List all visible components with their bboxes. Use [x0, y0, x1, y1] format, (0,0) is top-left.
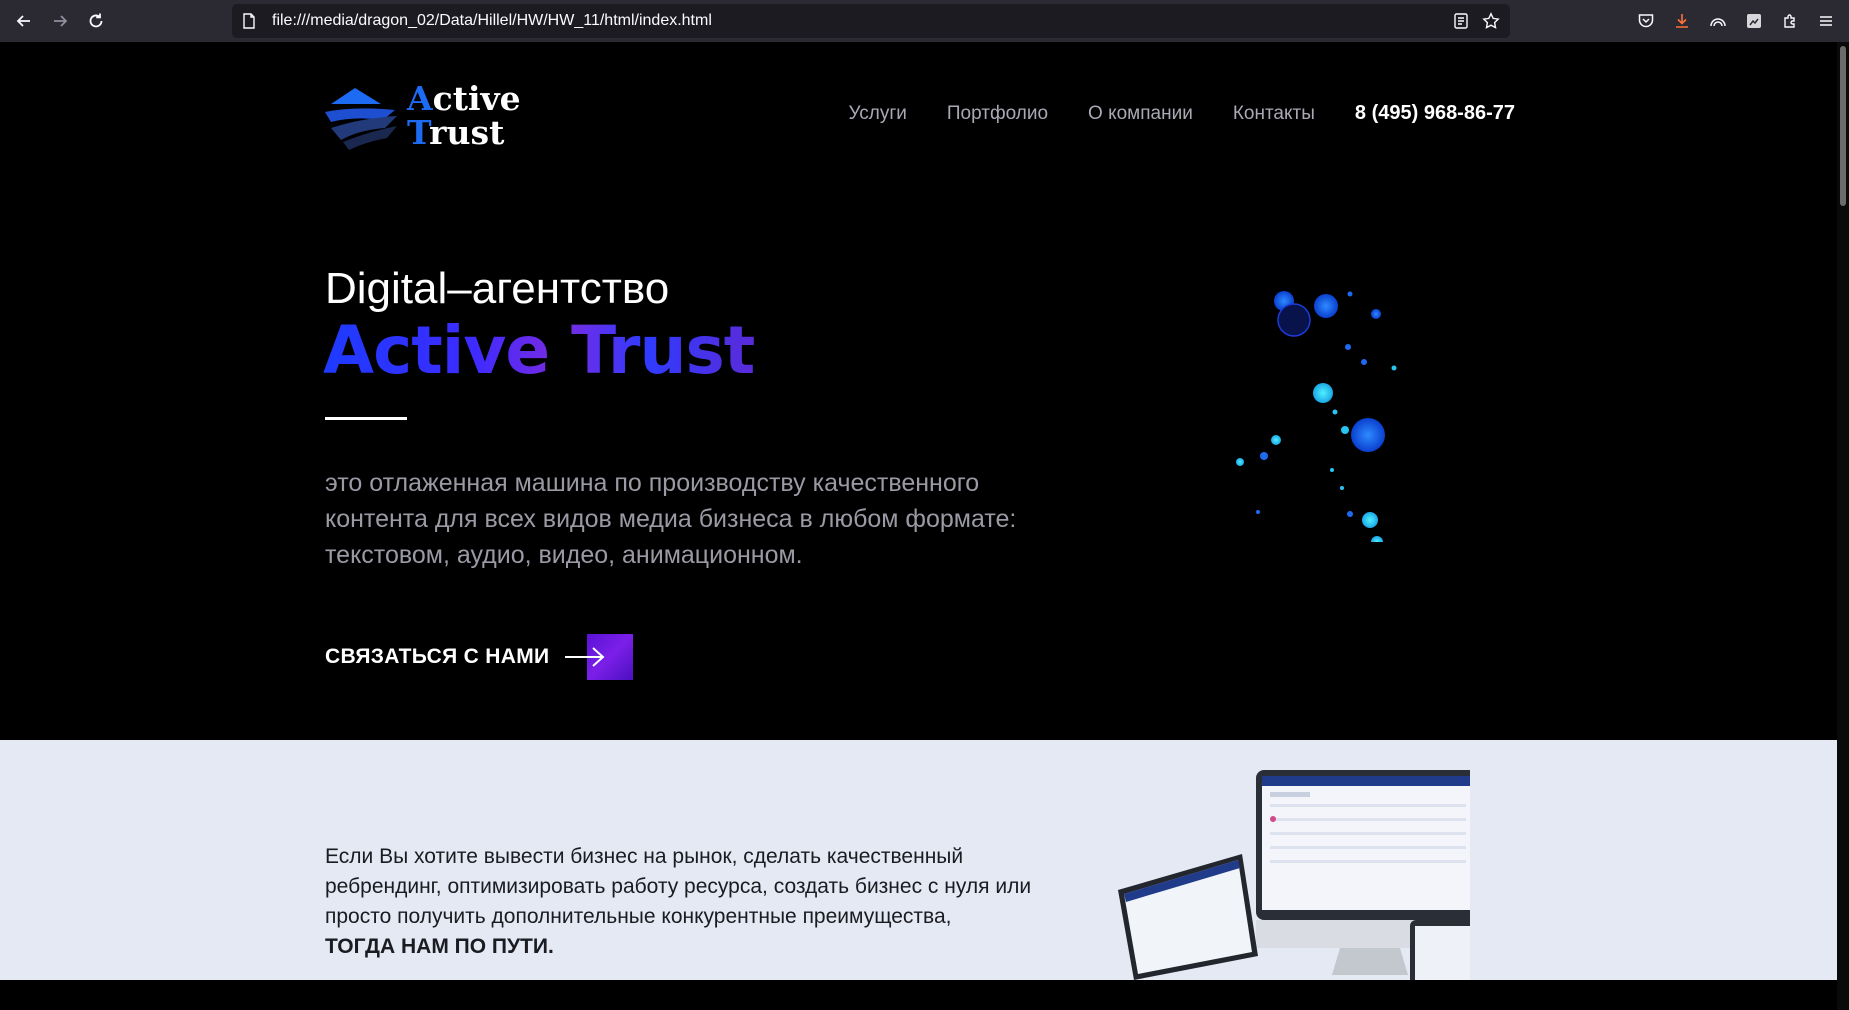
extension-button[interactable] — [1739, 6, 1769, 36]
contact-us-label: СВЯЗАТЬСЯ С НАМИ — [325, 645, 550, 668]
puzzle-icon — [1784, 14, 1795, 28]
nav-link-contacts[interactable]: Контакты — [1233, 103, 1315, 125]
logo-mark-icon — [325, 88, 397, 150]
site-header: Active Trust Услуги Портфолио О компании… — [325, 80, 1515, 160]
nav-link-services[interactable]: Услуги — [848, 103, 906, 125]
pocket-button[interactable] — [1631, 6, 1661, 36]
nav-link-portfolio[interactable]: Портфолио — [947, 103, 1048, 125]
nav-link-about[interactable]: О компании — [1088, 103, 1193, 125]
forward-button[interactable] — [42, 3, 78, 39]
hero-subtitle: Digital–агентство — [325, 264, 670, 313]
toolbar-actions — [1631, 4, 1841, 38]
download-icon — [1676, 14, 1688, 28]
extensions-button[interactable] — [1775, 6, 1805, 36]
page-scrollbar[interactable] — [1837, 42, 1849, 1010]
intro-text: Если Вы хотите вывести бизнес на рынок, … — [325, 842, 1075, 962]
profile-button[interactable] — [1703, 6, 1733, 36]
menu-button[interactable] — [1811, 6, 1841, 36]
address-bar[interactable]: file:///media/dragon_02/Data/Hillel/HW/H… — [232, 4, 1510, 38]
reload-button[interactable] — [78, 3, 114, 39]
extension-app-icon — [1747, 14, 1761, 28]
arrow-left-icon — [16, 15, 30, 27]
hero-divider — [325, 417, 407, 420]
devices-illustration — [1118, 770, 1470, 980]
intro-paragraph: Если Вы хотите вывести бизнес на рынок, … — [325, 845, 1032, 928]
hero-description: это отлаженная машина по производству ка… — [325, 469, 1017, 569]
phone-link[interactable]: 8 (495) 968-86-77 — [1355, 102, 1515, 125]
particles-illustration — [1236, 291, 1397, 542]
scrollbar-thumb[interactable] — [1840, 46, 1846, 206]
arrow-right-icon — [54, 15, 68, 27]
arrow-right-icon — [565, 647, 605, 667]
contact-us-button[interactable]: СВЯЗАТЬСЯ С НАМИ — [325, 634, 634, 680]
downloads-button[interactable] — [1667, 6, 1697, 36]
browser-toolbar: file:///media/dragon_02/Data/Hillel/HW/H… — [0, 0, 1849, 42]
reader-view-icon[interactable] — [1452, 12, 1470, 30]
cta-arrow — [563, 634, 634, 680]
main-nav: Услуги Портфолио О компании Контакты 8 (… — [848, 102, 1515, 125]
bookmark-star-icon[interactable] — [1482, 12, 1500, 30]
page-icon — [243, 13, 255, 29]
logo-text: Active Trust — [407, 82, 521, 150]
logo-word-trust: rust — [429, 113, 505, 152]
intro-emphasis: ТОГДА НАМ ПО ПУТИ. — [325, 935, 554, 958]
logo-letter-t: T — [407, 113, 430, 152]
logo[interactable]: Active Trust — [325, 80, 521, 160]
url-text: file:///media/dragon_02/Data/Hillel/HW/H… — [272, 12, 712, 29]
hamburger-menu-icon — [1820, 16, 1832, 26]
hero-title: Active Trust — [323, 312, 755, 389]
account-icon — [1710, 18, 1726, 27]
intro-section: Если Вы хотите вывести бизнес на рынок, … — [0, 740, 1837, 980]
back-button[interactable] — [6, 3, 42, 39]
pocket-icon — [1638, 14, 1654, 28]
reload-icon — [89, 13, 103, 28]
